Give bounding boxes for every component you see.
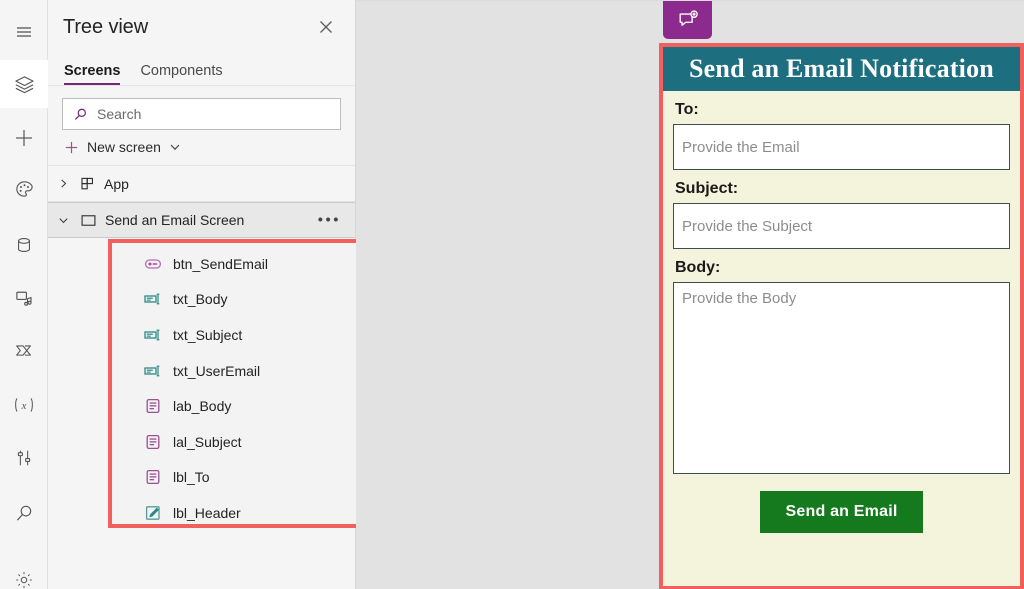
- media-icon[interactable]: [0, 273, 48, 321]
- screen-children-list: btn_SendEmail txt_Body txt_Subject txt_U…: [112, 243, 392, 531]
- add-comment-icon[interactable]: [663, 1, 712, 39]
- body-input[interactable]: Provide the Body: [673, 282, 1010, 474]
- button-control-icon: [144, 255, 162, 273]
- subject-input[interactable]: Provide the Subject: [673, 203, 1010, 249]
- subject-field-label: Subject:: [675, 180, 739, 197]
- search-input[interactable]: Search: [62, 98, 341, 130]
- screen-children-highlight: btn_SendEmail txt_Body txt_Subject txt_U…: [108, 239, 396, 528]
- tree-node-lab-body[interactable]: lab_Body: [112, 388, 392, 424]
- rich-text-editor-control-icon: [144, 504, 162, 522]
- power-automate-icon[interactable]: [0, 327, 48, 375]
- app-icon: [80, 176, 96, 192]
- left-icon-rail: x: [0, 0, 48, 589]
- tree-node-label: lab_Body: [173, 398, 232, 415]
- gear-icon[interactable]: [0, 556, 48, 589]
- tree-node-txt-subject[interactable]: txt_Subject: [112, 317, 392, 353]
- screen-icon: [80, 212, 97, 229]
- app-canvas: Send an Email Notification To: Provide t…: [356, 0, 1024, 589]
- subject-placeholder: Provide the Subject: [682, 217, 813, 235]
- variables-icon[interactable]: x: [0, 381, 48, 429]
- tree-node-btn-sendemail[interactable]: btn_SendEmail: [112, 246, 392, 282]
- new-screen-label: New screen: [87, 139, 161, 155]
- email-form: Send an Email Notification To: Provide t…: [663, 47, 1020, 586]
- tab-screens[interactable]: Screens: [64, 63, 121, 85]
- to-email-input[interactable]: Provide the Email: [673, 124, 1010, 170]
- to-field-label: To:: [675, 101, 699, 118]
- tree-view-header: Tree view: [48, 0, 355, 54]
- search-container: Search: [48, 86, 355, 130]
- tree-node-label: txt_Body: [173, 291, 228, 308]
- search-icon: [73, 107, 88, 122]
- screen-more-options-button[interactable]: •••: [318, 212, 341, 229]
- tree-node-label: lal_Subject: [173, 433, 242, 450]
- tree-node-send-an-email-screen[interactable]: Send an Email Screen •••: [48, 202, 355, 238]
- layers-icon[interactable]: [0, 60, 48, 108]
- new-screen-button[interactable]: New screen: [48, 130, 355, 166]
- power-apps-studio: x Tree view Screens Components Search Ne…: [0, 0, 1024, 589]
- plus-icon[interactable]: [0, 114, 48, 162]
- form-header-title: Send an Email Notification: [689, 54, 994, 83]
- search-placeholder: Search: [97, 106, 142, 122]
- plus-icon: [64, 140, 79, 155]
- tree-node-label: lbl_Header: [173, 504, 241, 521]
- app-preview-screen: Send an Email Notification To: Provide t…: [659, 43, 1024, 589]
- send-email-button[interactable]: Send an Email: [759, 491, 924, 533]
- palette-icon[interactable]: [0, 165, 48, 213]
- chevron-down-icon[interactable]: [169, 141, 181, 153]
- tree-view-panel: Tree view Screens Components Search New …: [48, 0, 396, 589]
- database-icon[interactable]: [0, 221, 48, 269]
- tree-node-label: btn_SendEmail: [173, 255, 268, 272]
- text-input-control-icon: [144, 290, 162, 308]
- tree-node-screen-label: Send an Email Screen: [105, 212, 245, 228]
- search-icon[interactable]: [0, 489, 48, 537]
- text-input-control-icon: [144, 326, 162, 344]
- tree-node-label: txt_Subject: [173, 326, 243, 343]
- label-control-icon: [144, 468, 162, 486]
- svg-text:x: x: [21, 400, 27, 412]
- form-header: Send an Email Notification: [663, 47, 1020, 91]
- tree-node-txt-body[interactable]: txt_Body: [112, 282, 392, 318]
- tree-node-app-label: App: [104, 175, 129, 192]
- tree-node-label: txt_UserEmail: [173, 362, 261, 379]
- label-control-icon: [144, 397, 162, 415]
- tree-node-app[interactable]: App: [48, 166, 355, 202]
- chevron-right-icon[interactable]: [54, 178, 72, 189]
- label-control-icon: [144, 433, 162, 451]
- tree-node-lbl-to[interactable]: lbl_To: [112, 460, 392, 496]
- close-icon[interactable]: [311, 12, 341, 42]
- tree-node-lal-subject[interactable]: lal_Subject: [112, 424, 392, 460]
- text-input-control-icon: [144, 362, 162, 380]
- body-field-label: Body:: [675, 259, 721, 276]
- submit-row: Send an Email: [673, 474, 1010, 533]
- tree-node-txt-useremail[interactable]: txt_UserEmail: [112, 353, 392, 389]
- page-title: Tree view: [63, 15, 149, 38]
- tree-view-tabs: Screens Components: [48, 54, 355, 86]
- tab-components[interactable]: Components: [140, 63, 222, 85]
- body-placeholder: Provide the Body: [682, 290, 797, 307]
- settings-sliders-icon[interactable]: [0, 434, 48, 482]
- menu-icon[interactable]: [0, 8, 48, 56]
- chevron-down-icon[interactable]: [54, 215, 72, 226]
- tree-node-label: lbl_To: [173, 469, 210, 486]
- tree-node-lbl-header[interactable]: lbl_Header: [112, 495, 392, 531]
- to-email-placeholder: Provide the Email: [682, 138, 800, 156]
